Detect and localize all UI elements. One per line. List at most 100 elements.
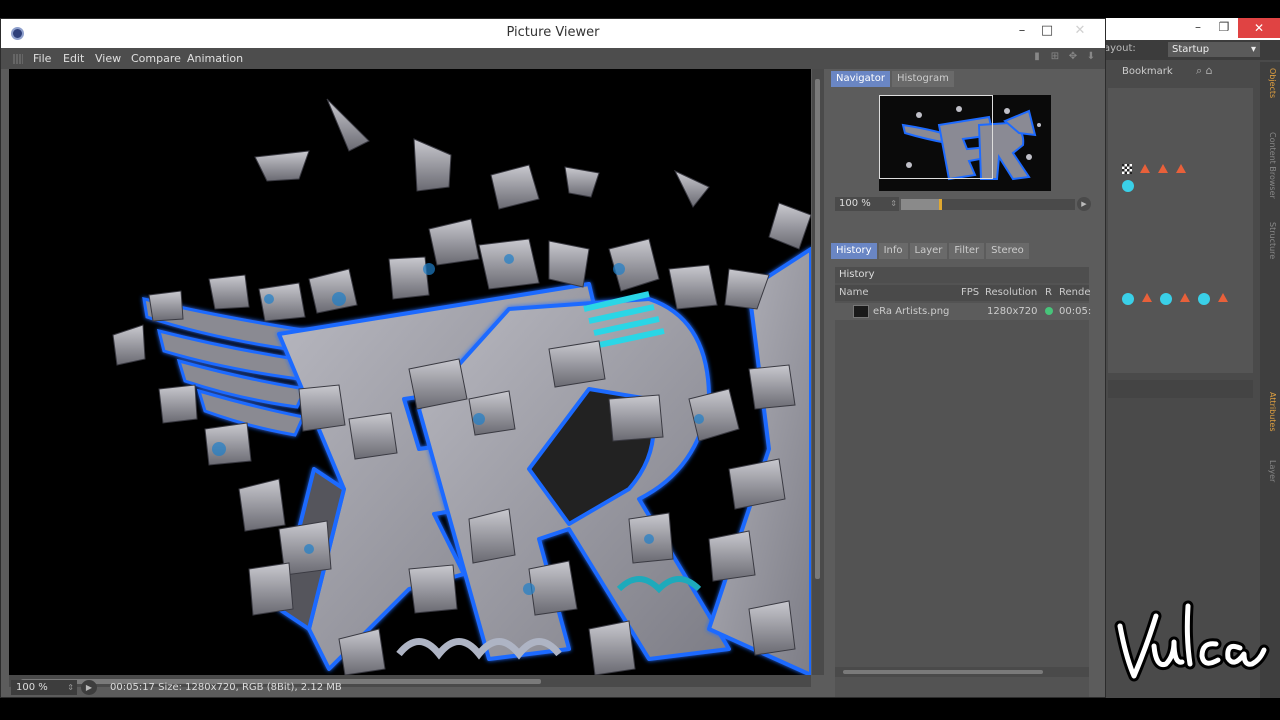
right-panel: Navigator Histogram 100 % ⇕ ▶ History In… <box>829 69 1101 697</box>
material-icon <box>1198 293 1210 305</box>
side-tab-structure[interactable]: Structure <box>1263 222 1277 259</box>
play-icon[interactable]: ▶ <box>1077 197 1091 211</box>
menu-file[interactable]: File <box>33 52 51 65</box>
warning-icon <box>1180 293 1190 302</box>
navigator-zoom-value: 100 % <box>839 198 871 209</box>
side-tab-layer[interactable]: Layer <box>1263 460 1277 482</box>
menu-bar: File Edit View Compare Animation ▮ ⊞ ✥ ⬇ <box>1 48 1105 69</box>
spinner-icon[interactable]: ⇕ <box>890 197 897 211</box>
spinner-icon[interactable]: ⇕ <box>67 680 74 695</box>
row-render-time: 00:05: <box>1059 306 1092 317</box>
layout-select-value: Startup <box>1172 44 1210 55</box>
scrollbar-thumb[interactable] <box>815 79 820 579</box>
history-column-headers: Name FPS Resolution R Rende <box>835 285 1091 301</box>
warning-icon <box>1142 293 1152 302</box>
warning-icon <box>1176 164 1186 173</box>
object-row[interactable] <box>1122 164 1186 174</box>
background-titlebar: – ❐ ✕ <box>1100 18 1280 40</box>
side-tab-content-browser[interactable]: Content Browser <box>1263 132 1277 199</box>
col-r[interactable]: R <box>1045 287 1052 298</box>
col-fps[interactable]: FPS <box>961 287 979 298</box>
background-app-window: – ❐ ✕ ayout: Startup ▾ Bookmark ⌕ ⌂ Obje… <box>1100 18 1280 698</box>
object-row[interactable] <box>1122 293 1228 305</box>
zoom-value: 100 % <box>16 682 48 693</box>
tab-info[interactable]: Info <box>878 243 908 259</box>
home-icon[interactable]: ⌂ <box>1206 64 1213 77</box>
status-bar: 100 % ⇕ ▶ 00:05:17 Size: 1280x720, RGB (8… <box>1 675 1105 699</box>
history-section-title: History <box>835 267 1089 283</box>
tab-layer[interactable]: Layer <box>909 243 948 259</box>
chevron-down-icon: ▾ <box>1250 44 1256 55</box>
vulcan-signature-logo <box>1114 600 1270 682</box>
scrollbar-thumb[interactable] <box>843 670 1043 674</box>
history-panel: History Name FPS Resolution R Rende eRa … <box>835 267 1092 697</box>
navigator-view-rect[interactable] <box>879 95 993 179</box>
bg-close-button[interactable]: ✕ <box>1238 18 1280 38</box>
bg-restore-button[interactable]: ❐ <box>1210 20 1238 34</box>
navigator-zoom-row: 100 % ⇕ ▶ <box>835 197 1097 211</box>
window-title: Picture Viewer <box>506 25 600 40</box>
close-button[interactable]: ✕ <box>1067 23 1093 38</box>
side-tab-objects[interactable]: Objects <box>1263 68 1277 98</box>
arrow-down-icon[interactable]: ⬇ <box>1085 51 1097 64</box>
navigator-zoom-field[interactable]: 100 % ⇕ <box>835 197 899 211</box>
material-icon <box>1160 293 1172 305</box>
picture-viewer-window: Picture Viewer – □ ✕ File Edit View Comp… <box>0 18 1106 698</box>
navigator-tabs: Navigator Histogram <box>831 71 954 87</box>
maximize-button[interactable]: □ <box>1034 23 1060 38</box>
menu-animation[interactable]: Animation <box>187 52 243 65</box>
grip-handle-icon <box>13 54 23 64</box>
menu-view[interactable]: View <box>95 52 121 65</box>
layout-select[interactable]: Startup ▾ <box>1168 42 1260 57</box>
split-view-icon[interactable]: ▮ <box>1031 51 1043 64</box>
col-resolution[interactable]: Resolution <box>985 287 1037 298</box>
play-button[interactable]: ▶ <box>81 680 97 695</box>
side-tab-attributes[interactable]: Attributes <box>1263 392 1277 432</box>
title-bar: Picture Viewer – □ ✕ <box>1 19 1105 48</box>
menu-edit[interactable]: Edit <box>63 52 84 65</box>
zoom-field[interactable]: 100 % ⇕ <box>11 680 77 695</box>
checker-icon <box>1122 164 1132 174</box>
tab-histogram[interactable]: Histogram <box>891 71 954 87</box>
zoom-slider-fill <box>901 199 940 210</box>
navigator-thumbnail[interactable] <box>879 95 1051 191</box>
detail-tabs: History Info Layer Filter Stereo <box>831 243 1029 259</box>
menubar-icons: ▮ ⊞ ✥ ⬇ <box>1031 51 1097 64</box>
history-row[interactable]: eRa Artists.png 1280x720 00:05: <box>835 303 1092 320</box>
object-row[interactable] <box>1122 180 1134 192</box>
layout-bar: ayout: Startup ▾ <box>1100 40 1280 60</box>
toolbar-icons: ⌕ ⌂ <box>1196 64 1213 78</box>
zoom-slider-knob[interactable] <box>939 199 943 210</box>
navigator-zoom-slider[interactable] <box>901 199 1075 210</box>
move-icon[interactable]: ✥ <box>1067 51 1079 64</box>
row-name: eRa Artists.png <box>873 306 950 317</box>
navigator-area <box>829 89 1101 191</box>
search-icon[interactable]: ⌕ <box>1196 64 1202 77</box>
viewport-vertical-scrollbar[interactable] <box>812 69 824 675</box>
image-viewport[interactable] <box>9 69 811 675</box>
status-info: 00:05:17 Size: 1280x720, RGB (8Bit), 2.1… <box>110 682 342 693</box>
tab-history[interactable]: History <box>831 243 877 259</box>
object-manager-panel <box>1108 88 1253 373</box>
col-name[interactable]: Name <box>839 287 869 298</box>
attributes-toolbar <box>1108 380 1253 398</box>
warning-icon <box>1158 164 1168 173</box>
warning-icon <box>1140 164 1150 173</box>
image-thumbnail-icon <box>853 305 869 318</box>
menu-compare[interactable]: Compare <box>131 52 181 65</box>
fit-icon[interactable]: ⊞ <box>1049 51 1061 64</box>
warning-icon <box>1218 293 1228 302</box>
tab-stereo[interactable]: Stereo <box>986 243 1029 259</box>
bg-minimize-button[interactable]: – <box>1184 20 1212 34</box>
col-render[interactable]: Rende <box>1059 287 1091 298</box>
bookmark-menu[interactable]: Bookmark <box>1122 66 1173 77</box>
rendered-image <box>9 69 811 675</box>
row-resolution: 1280x720 <box>987 306 1038 317</box>
status-dot-icon <box>1045 307 1053 315</box>
material-icon <box>1122 180 1134 192</box>
minimize-button[interactable]: – <box>1009 23 1035 38</box>
tab-filter[interactable]: Filter <box>949 243 985 259</box>
material-icon <box>1122 293 1134 305</box>
layout-label: ayout: <box>1104 43 1136 54</box>
tab-navigator[interactable]: Navigator <box>831 71 890 87</box>
